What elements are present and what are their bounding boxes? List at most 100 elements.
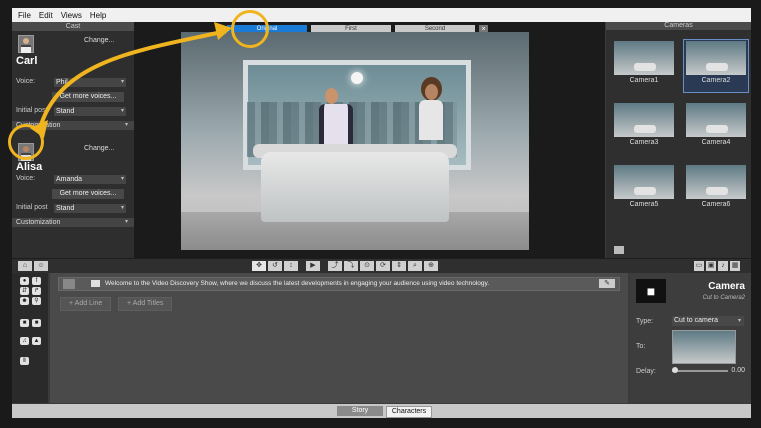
camera-6[interactable]: Camera6 bbox=[684, 164, 748, 216]
tool-a-icon[interactable]: ⤴ bbox=[328, 261, 342, 271]
pose-icon[interactable]: ⚲ bbox=[32, 297, 41, 305]
video-icon[interactable]: ▣ bbox=[706, 261, 716, 271]
line-text[interactable]: Welcome to the Video Discovery Show, whe… bbox=[105, 279, 565, 289]
carl-figure[interactable] bbox=[317, 88, 353, 148]
props-title: Camera bbox=[708, 281, 745, 292]
expression-icon[interactable]: f bbox=[32, 277, 41, 285]
delay-slider-knob[interactable] bbox=[672, 367, 678, 373]
add-camera-icon[interactable] bbox=[614, 246, 624, 254]
story-side-tools: ● f ⇵ ↱ ☻ ⚲ ■ ■ ♫ ▲ Ⅱ bbox=[12, 273, 48, 403]
height-icon[interactable]: ⇕ bbox=[392, 261, 406, 271]
stage-render bbox=[181, 32, 529, 250]
cameras-panel: Cameras Camera1 Camera2 Camera3 Camera4 … bbox=[606, 22, 751, 258]
pause-icon[interactable]: Ⅱ bbox=[20, 357, 29, 365]
camera-cut-icon[interactable]: ■ bbox=[20, 319, 29, 327]
props-subtitle: Cut to Camera2 bbox=[702, 295, 745, 301]
cast-title: Cast bbox=[12, 22, 134, 31]
carl-pose-select[interactable]: Stand bbox=[54, 107, 126, 116]
type-label: Type: bbox=[636, 318, 654, 325]
camera-properties: ■ Camera Cut to Camera2 Type: Cut to cam… bbox=[630, 273, 751, 403]
face-icon[interactable]: ☻ bbox=[20, 297, 29, 305]
edit-pencil-icon[interactable]: ✎ bbox=[599, 279, 615, 288]
menu-views[interactable]: Views bbox=[61, 11, 82, 20]
rotate-icon[interactable]: ↺ bbox=[268, 261, 282, 271]
story-line[interactable]: Welcome to the Video Discovery Show, whe… bbox=[58, 277, 620, 291]
story-editor: Welcome to the Video Discovery Show, whe… bbox=[50, 273, 628, 403]
delay-value: 0.00 bbox=[731, 367, 745, 374]
main-toolbar: ⌂ ☺ ✥ ↺ ↕ ▶ ⤴ ⤵ ⊙ ⟳ ⇕ ⌕ ⊕ ▭ ▣ ♪ ▦ bbox=[12, 258, 751, 273]
move-icon[interactable]: ✥ bbox=[252, 261, 266, 271]
gesture-icon[interactable]: ● bbox=[20, 277, 29, 285]
look-icon[interactable]: ↱ bbox=[32, 287, 41, 295]
camera-grid: Camera1 Camera2 Camera3 Camera4 Camera5 … bbox=[612, 39, 749, 216]
video-camera-icon: ■ bbox=[636, 279, 666, 303]
layout-icon[interactable]: ▭ bbox=[694, 261, 704, 271]
alisa-voice-select[interactable]: Amanda bbox=[54, 175, 126, 184]
home-tools: ⌂ ☺ bbox=[18, 261, 48, 271]
news-desk bbox=[261, 152, 449, 222]
voice-label: Voice: bbox=[16, 78, 36, 85]
camera-3[interactable]: Camera3 bbox=[612, 102, 676, 154]
alisa-figure[interactable] bbox=[417, 84, 445, 144]
voice-label: Voice: bbox=[16, 175, 36, 182]
zoom-fit-icon[interactable]: ⊕ bbox=[424, 261, 438, 271]
scene-preview: ● Original First Second × bbox=[135, 22, 605, 258]
carl-more-voices-button[interactable]: Get more voices... bbox=[52, 92, 124, 102]
app-window: File Edit Views Help Cast Change... Carl… bbox=[12, 8, 751, 418]
carl-voice-select[interactable]: Phil bbox=[54, 78, 126, 87]
camera-move-icon[interactable]: ■ bbox=[32, 319, 41, 327]
image-icon[interactable]: ▦ bbox=[730, 261, 740, 271]
alisa-voice-row: Voice: Amanda bbox=[16, 175, 130, 184]
carl-name: Carl bbox=[16, 55, 38, 67]
speaker-avatar[interactable] bbox=[63, 279, 75, 289]
target-camera-thumb[interactable] bbox=[672, 330, 736, 364]
camera-2[interactable]: Camera2 bbox=[683, 39, 749, 93]
menu-file[interactable]: File bbox=[18, 11, 31, 20]
camera-5[interactable]: Camera5 bbox=[612, 164, 676, 216]
sound-icon[interactable]: ♫ bbox=[20, 337, 29, 345]
delay-slider[interactable] bbox=[672, 367, 728, 373]
camera-1[interactable]: Camera1 bbox=[612, 40, 676, 92]
vertical-icon[interactable]: ↕ bbox=[284, 261, 298, 271]
view-mode-tools: ▭ ▣ ♪ ▦ bbox=[694, 261, 740, 271]
menu-edit[interactable]: Edit bbox=[39, 11, 53, 20]
carl-avatar[interactable] bbox=[18, 35, 34, 53]
walk-icon[interactable]: ⇵ bbox=[20, 287, 29, 295]
alisa-change-button[interactable]: Change... bbox=[84, 145, 114, 152]
alisa-pose-row: Initial post Stand bbox=[16, 204, 130, 213]
tab-characters[interactable]: Characters bbox=[386, 406, 432, 418]
line-camera-icon[interactable] bbox=[91, 280, 100, 287]
carl-pose-row: Initial post Stand bbox=[16, 107, 130, 116]
menu-help[interactable]: Help bbox=[90, 11, 106, 20]
pose-label: Initial post bbox=[16, 107, 48, 114]
add-line-button[interactable]: + Add Line bbox=[60, 297, 112, 311]
add-titles-button[interactable]: + Add Titles bbox=[118, 297, 173, 311]
refresh-icon[interactable]: ⟳ bbox=[376, 261, 390, 271]
play-icon[interactable]: ▶ bbox=[306, 261, 320, 271]
delay-label: Delay: bbox=[636, 368, 656, 375]
orbit-icon[interactable]: ⊙ bbox=[360, 261, 374, 271]
zoom-icon[interactable]: ⌕ bbox=[408, 261, 422, 271]
characters-icon[interactable]: ☺ bbox=[34, 261, 48, 271]
music-icon[interactable]: ♪ bbox=[718, 261, 728, 271]
camera-tools: ✥ ↺ ↕ ▶ ⤴ ⤵ ⊙ ⟳ ⇕ ⌕ ⊕ bbox=[252, 261, 438, 271]
bottom-tab-bar: Story Characters bbox=[12, 404, 751, 418]
cameras-title: Cameras bbox=[606, 22, 751, 30]
picture-icon[interactable]: ▲ bbox=[32, 337, 41, 345]
home-icon[interactable]: ⌂ bbox=[18, 261, 32, 271]
carl-change-button[interactable]: Change... bbox=[84, 37, 114, 44]
to-label: To: bbox=[636, 343, 646, 350]
annotation-ring-camera bbox=[231, 10, 269, 48]
camera-4[interactable]: Camera4 bbox=[684, 102, 748, 154]
pose-label: Initial post bbox=[16, 204, 48, 211]
carl-voice-row: Voice: Phil bbox=[16, 78, 130, 87]
tab-story[interactable]: Story bbox=[337, 406, 383, 416]
annotation-ring-avatar bbox=[8, 124, 44, 160]
alisa-more-voices-button[interactable]: Get more voices... bbox=[52, 189, 124, 199]
alisa-customization[interactable]: Customization bbox=[12, 218, 134, 227]
alisa-pose-select[interactable]: Stand bbox=[54, 204, 126, 213]
type-select[interactable]: Cut to camera bbox=[672, 316, 744, 326]
tool-b-icon[interactable]: ⤵ bbox=[344, 261, 358, 271]
moon-light bbox=[351, 72, 363, 84]
menu-bar: File Edit Views Help bbox=[12, 8, 751, 22]
